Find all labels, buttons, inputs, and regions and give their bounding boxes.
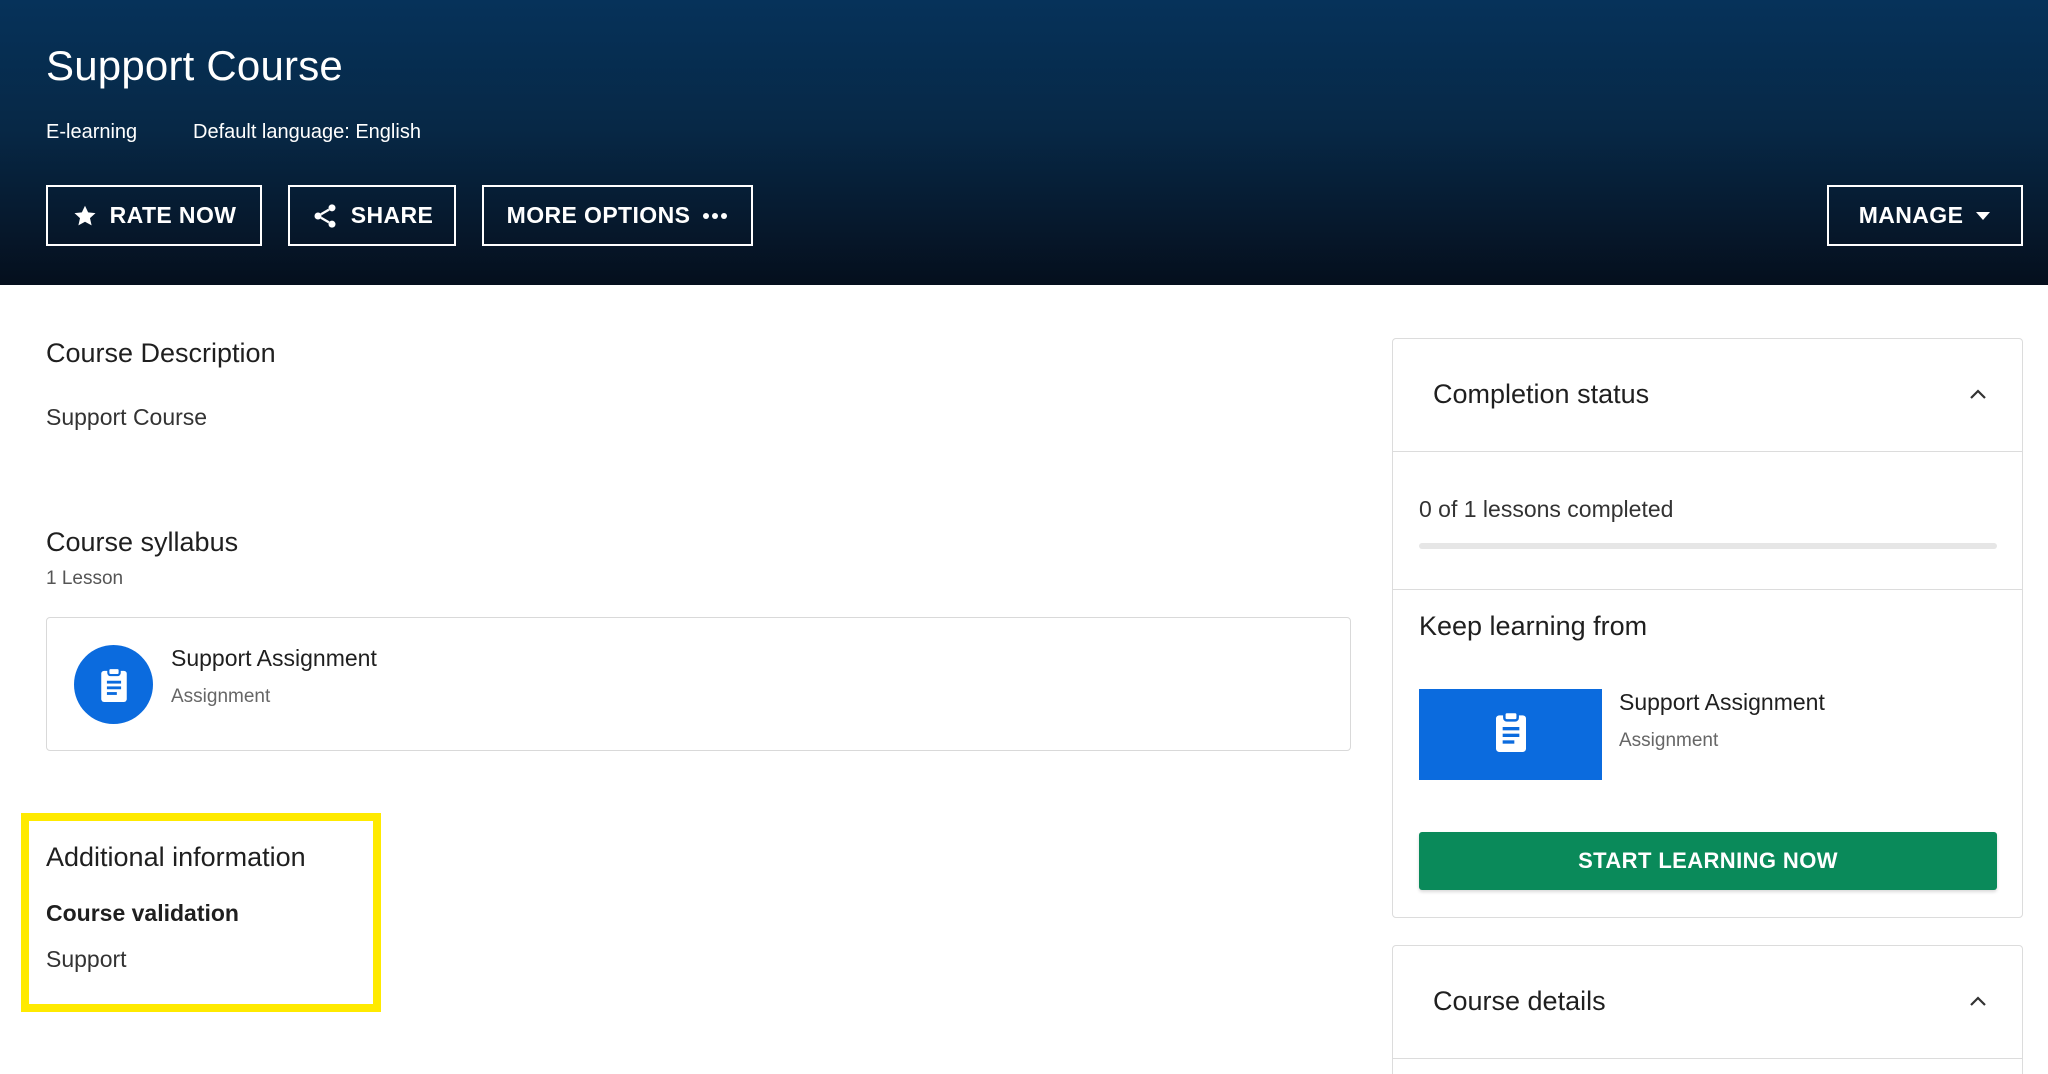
lesson-type: Assignment	[171, 686, 271, 707]
rate-now-label: RATE NOW	[109, 202, 237, 228]
keep-learning-heading: Keep learning from	[1419, 611, 1648, 641]
assignment-thumbnail[interactable]	[1419, 689, 1602, 780]
default-language-label: Default language: English	[193, 121, 421, 143]
course-description-text: Support Course	[46, 404, 208, 430]
start-learning-button[interactable]: START LEARNING NOW	[1419, 832, 1997, 890]
syllabus-lesson-card[interactable]: Support Assignment Assignment	[46, 617, 1351, 751]
more-dots-icon	[702, 212, 728, 220]
rate-now-button[interactable]: RATE NOW	[46, 185, 262, 246]
course-header: Support Course E-learning Default langua…	[0, 0, 2048, 285]
course-validation-label: Course validation	[46, 900, 239, 926]
completion-progress-bar	[1419, 543, 1997, 549]
assignment-icon	[74, 645, 153, 724]
more-options-button[interactable]: MORE OPTIONS	[482, 185, 753, 246]
chevron-up-icon[interactable]	[1966, 990, 1990, 1014]
course-details-header[interactable]: Course details	[1393, 946, 2022, 1059]
star-icon	[72, 203, 98, 229]
assignment-icon	[1491, 709, 1531, 760]
manage-label: MANAGE	[1858, 202, 1964, 228]
course-description-heading: Course Description	[46, 338, 276, 368]
course-details-panel: Course details	[1392, 945, 2023, 1074]
keep-learning-item-type: Assignment	[1619, 730, 1719, 751]
completion-status-header[interactable]: Completion status	[1393, 339, 2022, 452]
course-syllabus-heading: Course syllabus	[46, 527, 239, 557]
dropdown-caret-icon	[1975, 211, 1991, 221]
course-validation-value: Support	[46, 946, 127, 972]
course-details-heading: Course details	[1433, 986, 1606, 1016]
additional-info-heading: Additional information	[46, 842, 306, 872]
panel-divider	[1393, 1058, 2022, 1059]
lessons-completed-text: 0 of 1 lessons completed	[1419, 496, 1674, 522]
manage-button[interactable]: MANAGE	[1827, 185, 2023, 246]
completion-status-panel: Completion status 0 of 1 lessons complet…	[1392, 338, 2023, 918]
more-options-label: MORE OPTIONS	[506, 202, 691, 228]
share-button[interactable]: SHARE	[288, 185, 456, 246]
course-title: Support Course	[46, 42, 343, 89]
chevron-up-icon[interactable]	[1966, 383, 1990, 407]
share-icon	[311, 202, 339, 230]
lesson-title[interactable]: Support Assignment	[171, 645, 377, 672]
keep-learning-item-title[interactable]: Support Assignment	[1619, 689, 1825, 716]
completion-status-heading: Completion status	[1433, 379, 1650, 409]
course-type-label: E-learning	[46, 121, 138, 143]
share-label: SHARE	[350, 202, 434, 228]
panel-divider	[1393, 589, 2022, 590]
lesson-count: 1 Lesson	[46, 568, 124, 589]
